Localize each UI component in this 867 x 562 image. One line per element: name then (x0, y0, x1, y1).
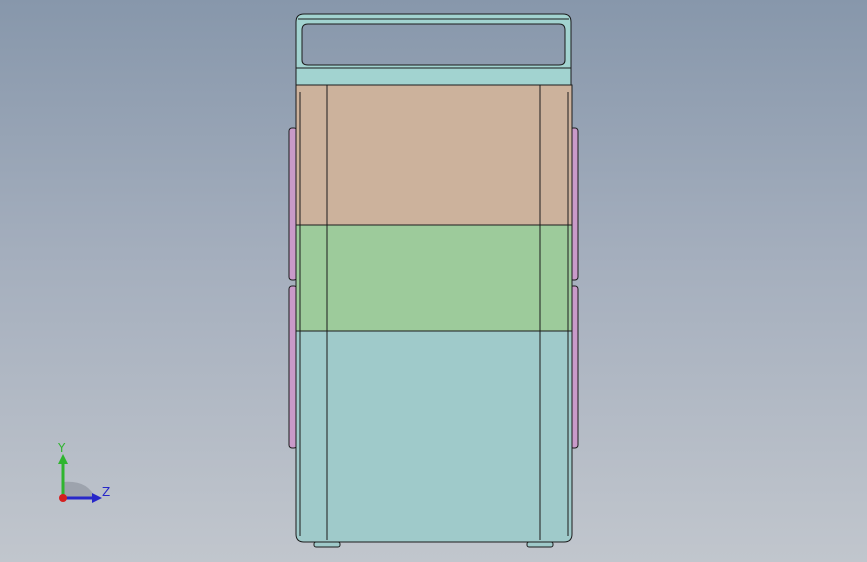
handle (295, 13, 572, 86)
z-axis-label: Z (102, 485, 110, 499)
foot-right (526, 541, 554, 548)
orientation-triad: Y Z (57, 441, 110, 503)
z-axis-arrow-icon (92, 493, 102, 503)
x-axis-icon (59, 494, 67, 502)
top-section (295, 84, 573, 226)
foot-left (313, 541, 341, 548)
3d-model-view[interactable] (0, 0, 867, 562)
handle-frame (295, 13, 572, 86)
container-body (295, 84, 573, 543)
feet (313, 541, 554, 548)
y-axis-arrow-icon (58, 454, 68, 464)
bottom-section (295, 330, 573, 543)
middle-section (295, 224, 573, 332)
triad-plane-icon (63, 481, 95, 498)
y-axis-label: Y (57, 441, 66, 455)
graphics-viewport[interactable]: Y Z (0, 0, 867, 562)
